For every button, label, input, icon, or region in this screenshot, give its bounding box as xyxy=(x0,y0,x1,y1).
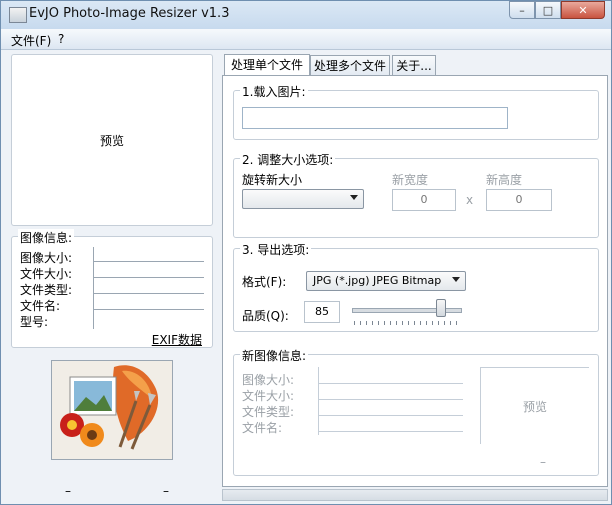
menu-help[interactable]: ? xyxy=(58,32,64,46)
info-divider xyxy=(93,247,94,329)
quality-label: 品质(Q): xyxy=(242,309,289,323)
format-label: 格式(F): xyxy=(242,275,287,289)
new-image-info-title: 新图像信息: xyxy=(240,347,309,364)
info-label-model: 型号: xyxy=(20,315,49,329)
info-value-file-type xyxy=(94,293,204,294)
rotate-label: 旋转新大小 xyxy=(242,173,303,187)
info-label-file-type: 文件类型: xyxy=(20,283,73,297)
image-info-group: 图像信息: 图像大小: 文件大小: 文件类型: 文件名: 型号: EXIF数据 xyxy=(11,229,213,348)
new-preview-status: – xyxy=(540,455,546,469)
tab-about[interactable]: 关于... xyxy=(392,55,436,75)
app-icon xyxy=(9,7,27,23)
image-preview: 预览 xyxy=(11,54,213,226)
app-window: EvJO Photo-Image Resizer v1.3 – □ ✕ 文件(F… xyxy=(0,0,612,505)
minimize-button[interactable]: – xyxy=(509,1,535,19)
menu-file[interactable]: 文件(F) xyxy=(11,32,51,49)
status-right: – xyxy=(163,484,169,498)
image-info-title: 图像信息: xyxy=(18,229,75,246)
exif-data-link[interactable]: EXIF数据 xyxy=(152,331,202,348)
new-height-label: 新高度 xyxy=(486,173,523,187)
new-preview-label: 预览 xyxy=(522,399,547,414)
status-left: – xyxy=(65,484,71,498)
close-button[interactable]: ✕ xyxy=(561,1,605,19)
single-file-tab-panel: 1.载入图片: 2. 调整大小选项: 旋转新大小 新宽度 0 x 新高度 0 3… xyxy=(222,75,608,487)
info-label-file-size: 文件大小: xyxy=(20,267,73,281)
app-logo xyxy=(51,360,173,460)
maximize-button[interactable]: □ xyxy=(535,1,561,19)
format-select-value: JPG (*.jpg) JPEG Bitmap xyxy=(313,274,442,287)
new-height-input[interactable]: 0 xyxy=(486,189,552,211)
new-info-value-file-size xyxy=(319,399,463,400)
export-options-title: 3. 导出选项: xyxy=(240,241,312,258)
new-info-value-file-name xyxy=(319,431,463,432)
tab-single-file[interactable]: 处理单个文件 xyxy=(224,54,310,76)
image-path-input[interactable] xyxy=(242,107,508,129)
resize-options-title: 2. 调整大小选项: xyxy=(240,151,336,168)
new-info-value-image-size xyxy=(319,383,463,384)
load-image-group: 1.载入图片: xyxy=(233,83,599,140)
format-select[interactable]: JPG (*.jpg) JPEG Bitmap xyxy=(306,271,466,291)
tab-multiple-files[interactable]: 处理多个文件 xyxy=(310,55,390,75)
info-label-image-size: 图像大小: xyxy=(20,251,73,265)
new-info-divider xyxy=(318,367,319,435)
new-info-label-file-type: 文件类型: xyxy=(242,405,295,419)
resize-options-group: 2. 调整大小选项: 旋转新大小 新宽度 0 x 新高度 0 xyxy=(233,151,599,238)
new-info-label-file-name: 文件名: xyxy=(242,421,283,435)
new-info-label-file-size: 文件大小: xyxy=(242,389,295,403)
new-info-value-file-type xyxy=(319,415,463,416)
new-image-preview: 预览 xyxy=(480,367,589,444)
chevron-down-icon xyxy=(350,195,358,200)
preview-label: 预览 xyxy=(99,133,124,148)
right-pane: 处理单个文件 处理多个文件 关于... 1.载入图片: 2. 调整大小选项: 旋… xyxy=(222,54,608,487)
quality-slider-thumb[interactable] xyxy=(436,299,446,317)
window-title: EvJO Photo-Image Resizer v1.3 xyxy=(29,6,230,21)
dimension-separator: x xyxy=(466,193,474,207)
new-width-input[interactable]: 0 xyxy=(392,189,456,211)
info-value-file-name xyxy=(94,309,204,310)
status-bar xyxy=(222,489,608,501)
rotate-select[interactable] xyxy=(242,189,364,209)
menu-bar: 文件(F) ? xyxy=(1,29,611,50)
new-width-label: 新宽度 xyxy=(392,173,429,187)
left-pane: 预览 图像信息: 图像大小: 文件大小: 文件类型: 文件名: 型号: EXIF… xyxy=(11,54,213,498)
chevron-down-icon xyxy=(452,277,460,282)
info-label-file-name: 文件名: xyxy=(20,299,61,313)
export-options-group: 3. 导出选项: 格式(F): JPG (*.jpg) JPEG Bitmap … xyxy=(233,241,599,332)
info-value-image-size xyxy=(94,261,204,262)
new-info-label-image-size: 图像大小: xyxy=(242,373,295,387)
new-image-info-group: 新图像信息: 图像大小: 文件大小: 文件类型: 文件名: 预览 – xyxy=(233,347,599,476)
quality-input[interactable]: 85 xyxy=(304,301,340,323)
load-image-title: 1.载入图片: xyxy=(240,83,308,100)
info-value-file-size xyxy=(94,277,204,278)
quality-slider-ticks xyxy=(354,321,460,325)
title-bar: EvJO Photo-Image Resizer v1.3 – □ ✕ xyxy=(1,1,611,29)
